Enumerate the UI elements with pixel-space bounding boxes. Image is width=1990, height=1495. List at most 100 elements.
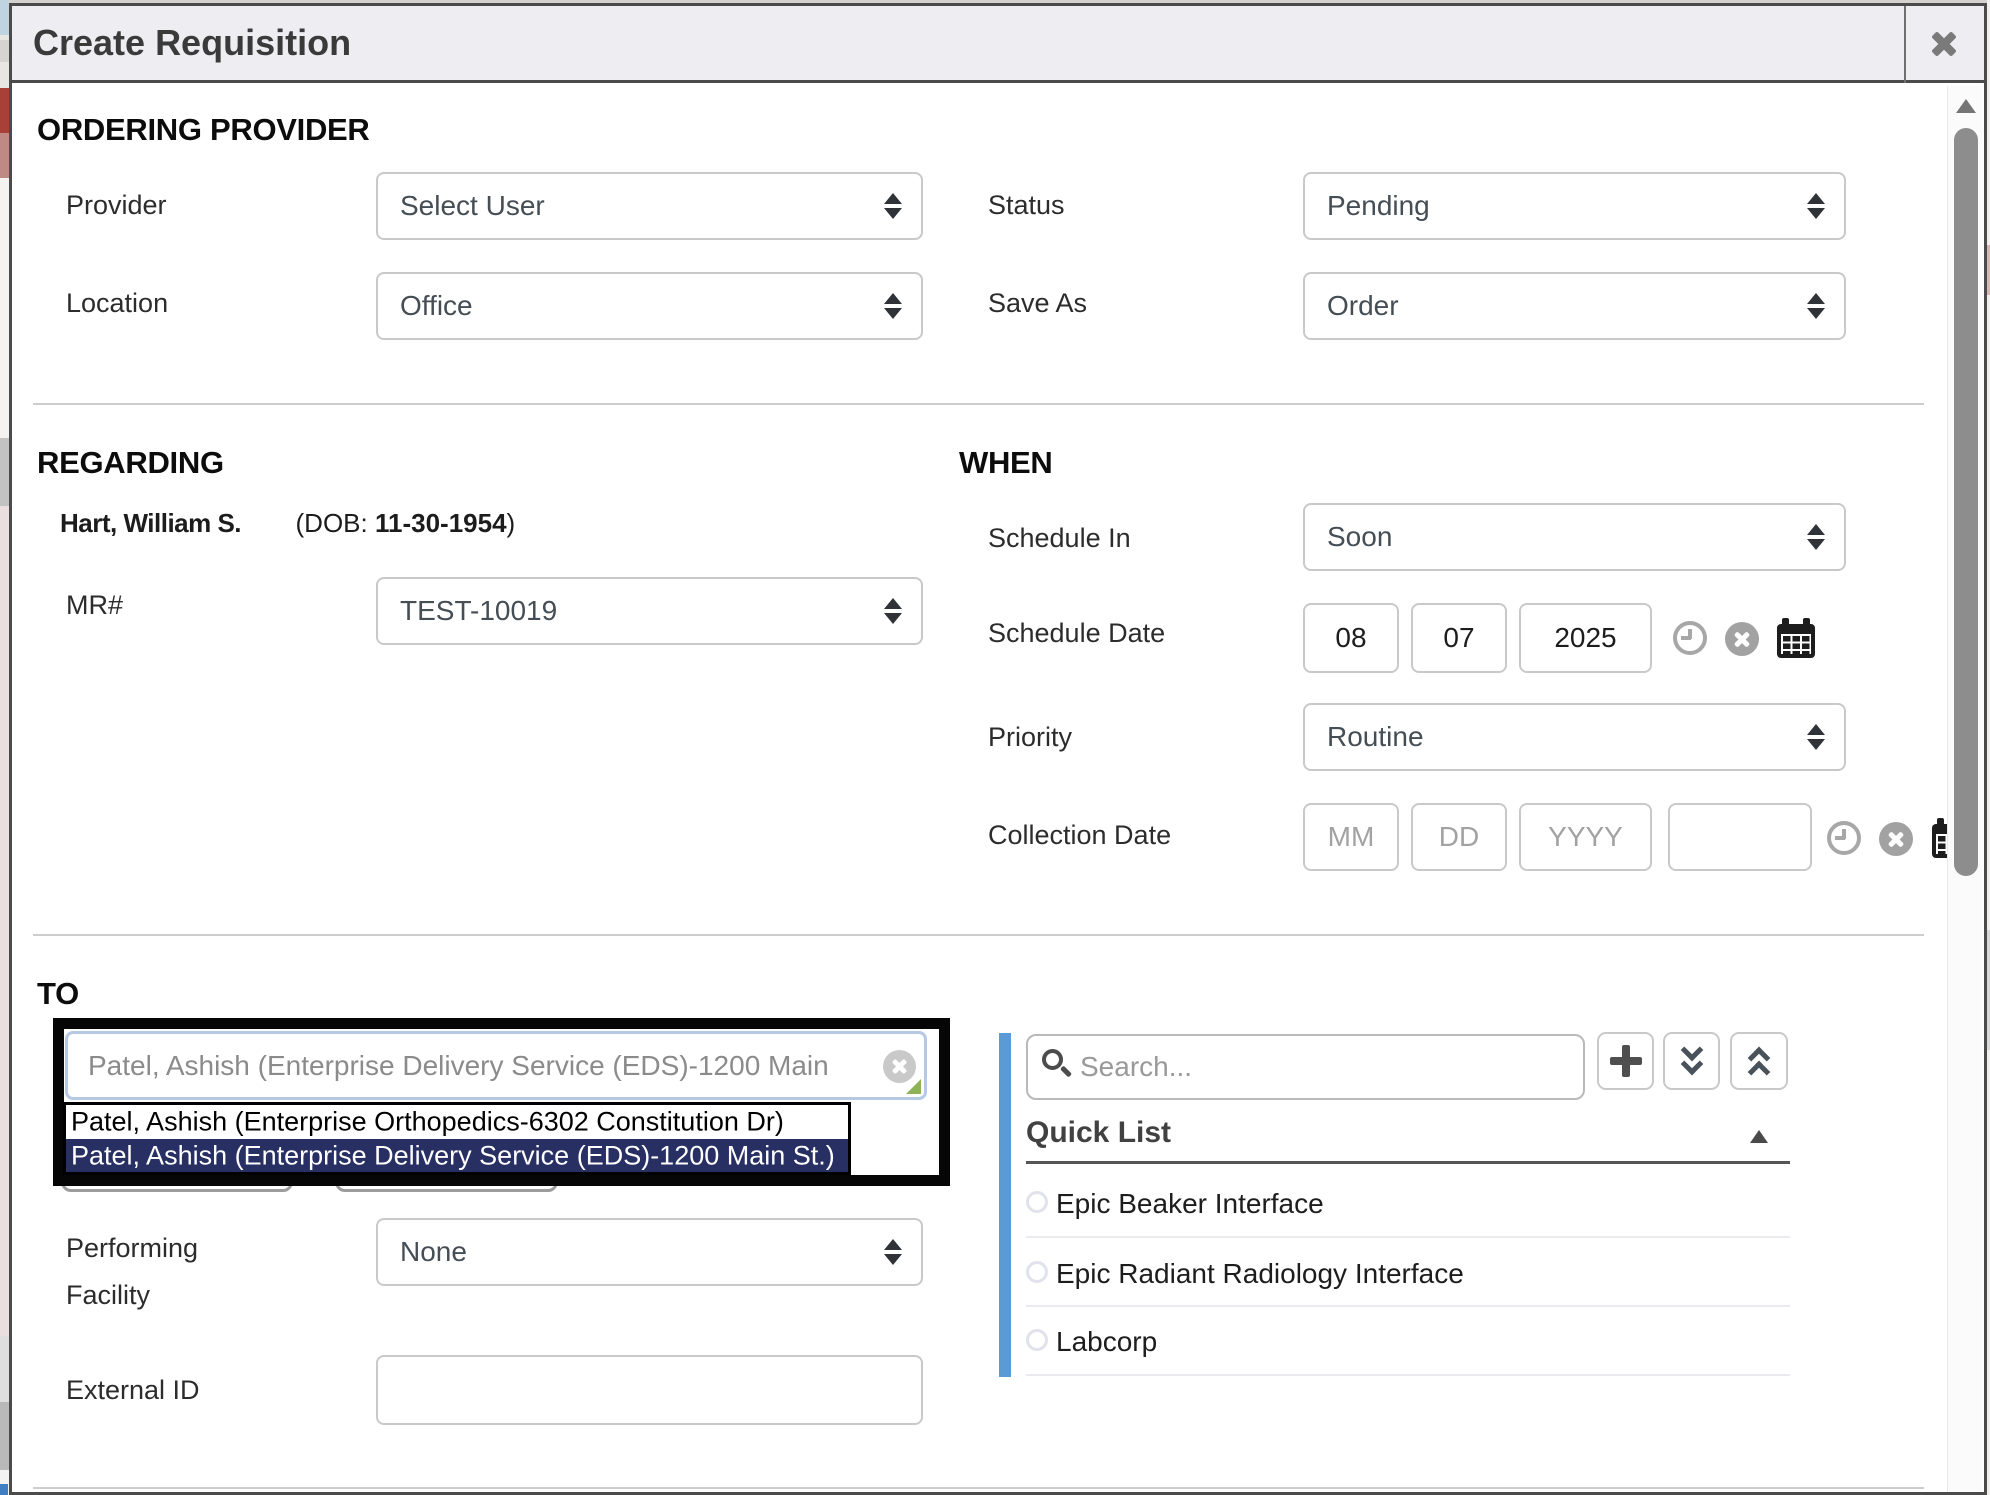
provider-select[interactable]: Select User — [376, 172, 923, 240]
screen: Create Requisition ORDERING PROVIDER Pro… — [0, 0, 1990, 1495]
section-divider — [33, 403, 1924, 405]
performing-facility-label-line1: Performing — [66, 1233, 198, 1264]
resize-grip-icon[interactable] — [906, 1079, 921, 1094]
quick-list-item[interactable]: Epic Beaker Interface — [1056, 1188, 1324, 1220]
patient-line: Hart, William S. (DOB: 11-30-1954) — [60, 508, 515, 539]
priority-label: Priority — [988, 722, 1072, 753]
quick-list-row-divider — [1026, 1374, 1790, 1376]
background-fragment — [0, 1484, 8, 1495]
directory-search-input[interactable]: Search... — [1026, 1034, 1585, 1100]
collection-date-label: Collection Date — [988, 820, 1171, 851]
add-button[interactable] — [1597, 1032, 1654, 1090]
suggestion-item-selected[interactable]: Patel, Ashish (Enterprise Delivery Servi… — [66, 1139, 848, 1172]
collapse-all-button[interactable] — [1663, 1032, 1720, 1090]
quick-list-row-divider — [1026, 1236, 1790, 1238]
scrollbar-up-arrow[interactable] — [1956, 99, 1976, 113]
schedule-date-month-input[interactable]: 08 — [1303, 603, 1399, 673]
save-as-select[interactable]: Order — [1303, 272, 1846, 340]
provider-label: Provider — [66, 190, 167, 221]
background-fragment — [0, 178, 9, 438]
select-arrows-icon — [1806, 724, 1826, 750]
quick-list-item[interactable]: Labcorp — [1056, 1326, 1157, 1358]
save-as-select-value: Order — [1327, 290, 1399, 322]
location-select[interactable]: Office — [376, 272, 923, 340]
schedule-date-clear-icon[interactable] — [1725, 622, 1759, 656]
header-separator — [1904, 6, 1906, 83]
section-divider — [33, 934, 1924, 936]
recipient-suggestion-list: Patel, Ashish (Enterprise Orthopedics-63… — [63, 1102, 851, 1175]
performing-facility-label-line2: Facility — [66, 1280, 150, 1311]
collection-date-calendar-icon[interactable] — [1932, 812, 1947, 864]
select-arrows-icon — [883, 598, 903, 624]
select-arrows-icon — [883, 193, 903, 219]
collection-date-clear-icon[interactable] — [1879, 822, 1913, 856]
dialog-title: Create Requisition — [33, 22, 351, 64]
external-id-input[interactable] — [376, 1355, 923, 1425]
collection-date-time-icon[interactable] — [1827, 821, 1861, 855]
search-icon — [1042, 1049, 1072, 1079]
quick-list-divider — [1026, 1161, 1790, 1164]
section-divider — [33, 1487, 1924, 1489]
ordering-provider-heading: ORDERING PROVIDER — [37, 112, 370, 148]
external-id-label: External ID — [66, 1375, 200, 1406]
schedule-date-calendar-icon[interactable] — [1777, 624, 1815, 658]
priority-select[interactable]: Routine — [1303, 703, 1846, 771]
background-page-left-strip — [0, 0, 9, 1495]
schedule-date-label: Schedule Date — [988, 618, 1165, 649]
search-placeholder: Search... — [1080, 1051, 1192, 1083]
quick-list-collapse-icon[interactable] — [1750, 1130, 1768, 1143]
schedule-date-day-input[interactable]: 07 — [1411, 603, 1507, 673]
mr-select[interactable]: TEST-10019 — [376, 577, 923, 645]
provider-select-value: Select User — [400, 190, 545, 222]
select-arrows-icon — [1806, 293, 1826, 319]
close-icon[interactable] — [1929, 29, 1959, 59]
suggestion-item[interactable]: Patel, Ashish (Enterprise Orthopedics-63… — [66, 1105, 848, 1139]
select-arrows-icon — [1806, 524, 1826, 550]
select-arrows-icon — [883, 293, 903, 319]
background-fragment — [0, 438, 9, 506]
quick-list-row-divider — [1026, 1305, 1790, 1307]
dob-suffix: ) — [507, 508, 516, 538]
background-fragment — [0, 506, 9, 1336]
background-fragment — [0, 0, 9, 35]
patient-name: Hart, William S. — [60, 508, 241, 538]
to-heading: TO — [37, 976, 79, 1012]
background-fragment — [0, 40, 9, 62]
collection-date-time-input[interactable] — [1668, 803, 1812, 871]
background-fragment — [0, 1402, 9, 1470]
priority-select-value: Routine — [1327, 721, 1424, 753]
background-fragment — [0, 88, 9, 133]
status-select[interactable]: Pending — [1303, 172, 1846, 240]
mr-label: MR# — [66, 590, 123, 621]
schedule-in-label: Schedule In — [988, 523, 1131, 554]
recipient-input-value: Patel, Ashish (Enterprise Delivery Servi… — [88, 1050, 829, 1082]
collection-date-year-input[interactable]: YYYY — [1519, 803, 1652, 871]
quick-list-radio[interactable] — [1026, 1329, 1048, 1351]
quick-list-radio[interactable] — [1026, 1261, 1048, 1283]
performing-facility-select[interactable]: None — [376, 1218, 923, 1286]
location-select-value: Office — [400, 290, 473, 322]
schedule-date-year-input[interactable]: 2025 — [1519, 603, 1652, 673]
regarding-heading: REGARDING — [37, 445, 224, 481]
background-fragment — [0, 133, 9, 178]
select-arrows-icon — [883, 1239, 903, 1265]
collection-date-day-input[interactable]: DD — [1411, 803, 1507, 871]
location-label: Location — [66, 288, 168, 319]
collection-date-month-input[interactable]: MM — [1303, 803, 1399, 871]
recipient-input[interactable]: Patel, Ashish (Enterprise Delivery Servi… — [65, 1031, 927, 1100]
expand-all-button[interactable] — [1730, 1032, 1788, 1090]
schedule-in-select-value: Soon — [1327, 521, 1392, 553]
when-heading: WHEN — [959, 445, 1053, 481]
status-label: Status — [988, 190, 1065, 221]
dob-prefix: (DOB: — [296, 508, 375, 538]
background-fragment — [0, 1336, 9, 1402]
performing-facility-select-value: None — [400, 1236, 467, 1268]
quick-list-item[interactable]: Epic Radiant Radiology Interface — [1056, 1258, 1464, 1290]
directory-accent-bar — [999, 1033, 1011, 1377]
quick-list-radio[interactable] — [1026, 1191, 1048, 1213]
scrollbar-thumb[interactable] — [1954, 128, 1978, 876]
status-select-value: Pending — [1327, 190, 1430, 222]
schedule-date-time-icon[interactable] — [1673, 621, 1707, 655]
quick-list-heading: Quick List — [1026, 1116, 1171, 1150]
schedule-in-select[interactable]: Soon — [1303, 503, 1846, 571]
